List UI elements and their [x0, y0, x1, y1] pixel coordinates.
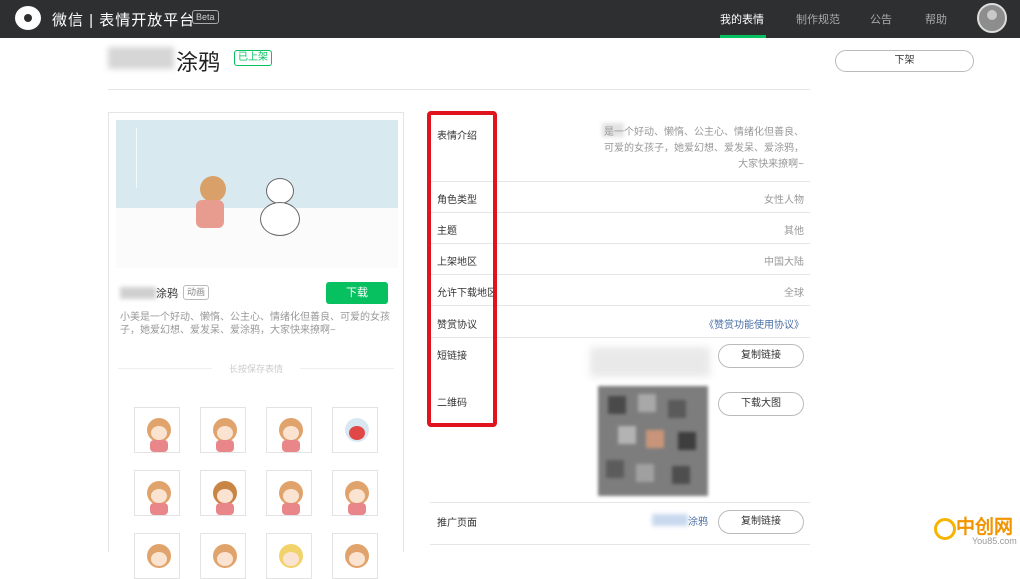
beta-badge: Beta	[192, 10, 219, 24]
animation-badge: 动画	[183, 285, 210, 300]
watermark-text: 中创网	[956, 517, 1014, 538]
detail-value-intro: 是一个好动、懒惰、公主心、情绪化但善良、可爱的女孩子，她爱幻想、爱发呆、爱涂鸦，…	[604, 127, 804, 170]
sticker-thumbnail[interactable]	[200, 533, 246, 579]
watermark-logo-icon	[934, 518, 956, 540]
copy-promo-link-button[interactable]: 复制链接	[718, 510, 804, 534]
watermark-subtext: You85.com	[972, 536, 1017, 546]
promo-link-redaction	[652, 514, 688, 526]
download-button[interactable]: 下载	[326, 282, 388, 304]
sticker-thumbnail[interactable]	[266, 407, 312, 453]
status-badge: 已上架	[234, 50, 272, 66]
copy-short-link-button[interactable]: 复制链接	[718, 344, 804, 368]
detail-value-theme: 其他	[784, 226, 804, 237]
highlight-annotation-box	[427, 111, 497, 427]
snow-ground	[116, 208, 398, 268]
delist-button[interactable]: 下架	[835, 50, 974, 72]
girl-body-illustration	[196, 200, 224, 228]
nav-announcements[interactable]: 公告	[870, 11, 892, 27]
sticker-pack-name: 涂鸦	[156, 288, 178, 300]
title-redaction	[108, 47, 174, 69]
sticker-thumbnail[interactable]	[200, 470, 246, 516]
detail-label-promo-page: 推广页面	[437, 518, 477, 529]
pack-description: 小美是一个好动、懒惰、公主心、情绪化但善良、可爱的女孩子，她爱幻想、爱发呆、爱涂…	[120, 312, 390, 336]
brand-title[interactable]: 微信 | 表情开放平台	[52, 9, 195, 30]
sticker-thumbnail[interactable]	[134, 407, 180, 453]
page-title: 涂鸦	[176, 50, 221, 75]
snowman-head-illustration	[266, 178, 294, 204]
sticker-thumbnail[interactable]	[134, 533, 180, 579]
header-divider	[108, 89, 810, 90]
nav-help[interactable]: 帮助	[925, 11, 947, 27]
snowman-body-illustration	[260, 202, 300, 236]
sticker-thumbnail[interactable]	[134, 470, 180, 516]
nav-guidelines[interactable]: 制作规范	[796, 11, 840, 27]
active-nav-indicator	[720, 35, 766, 38]
sticker-section-label: 长按保存表情	[228, 364, 283, 374]
reward-agreement-link[interactable]: 《赞赏功能使用协议》	[704, 316, 804, 331]
download-qr-button[interactable]: 下载大图	[718, 392, 804, 416]
short-link-redaction	[590, 347, 710, 377]
row-divider	[430, 502, 810, 503]
name-redaction	[120, 287, 156, 299]
detail-value-download-region: 全球	[784, 288, 804, 299]
sticker-thumbnail[interactable]	[332, 407, 378, 453]
sticker-thumbnail[interactable]	[266, 470, 312, 516]
wechat-logo-icon[interactable]	[15, 6, 41, 30]
nav-my-stickers[interactable]: 我的表情	[720, 11, 764, 27]
sticker-thumbnail[interactable]	[332, 470, 378, 516]
girl-head-illustration	[200, 176, 226, 202]
sticker-banner-image	[116, 120, 398, 268]
row-divider	[430, 544, 810, 545]
qr-code-image	[598, 386, 708, 496]
tree-illustration	[136, 128, 176, 188]
user-avatar[interactable]	[977, 3, 1007, 33]
promo-page-link[interactable]: 涂鸦	[688, 513, 708, 528]
sticker-thumbnail[interactable]	[200, 407, 246, 453]
top-nav-bar: 微信 | 表情开放平台 Beta 我的表情 制作规范 公告 帮助	[0, 0, 1020, 38]
sticker-thumbnail[interactable]	[266, 533, 312, 579]
site-watermark: 中创网 You85.com	[932, 508, 1020, 552]
detail-value-listing-region: 中国大陆	[764, 257, 804, 268]
detail-value-role-type: 女性人物	[764, 195, 804, 206]
sticker-thumbnail[interactable]	[332, 533, 378, 579]
